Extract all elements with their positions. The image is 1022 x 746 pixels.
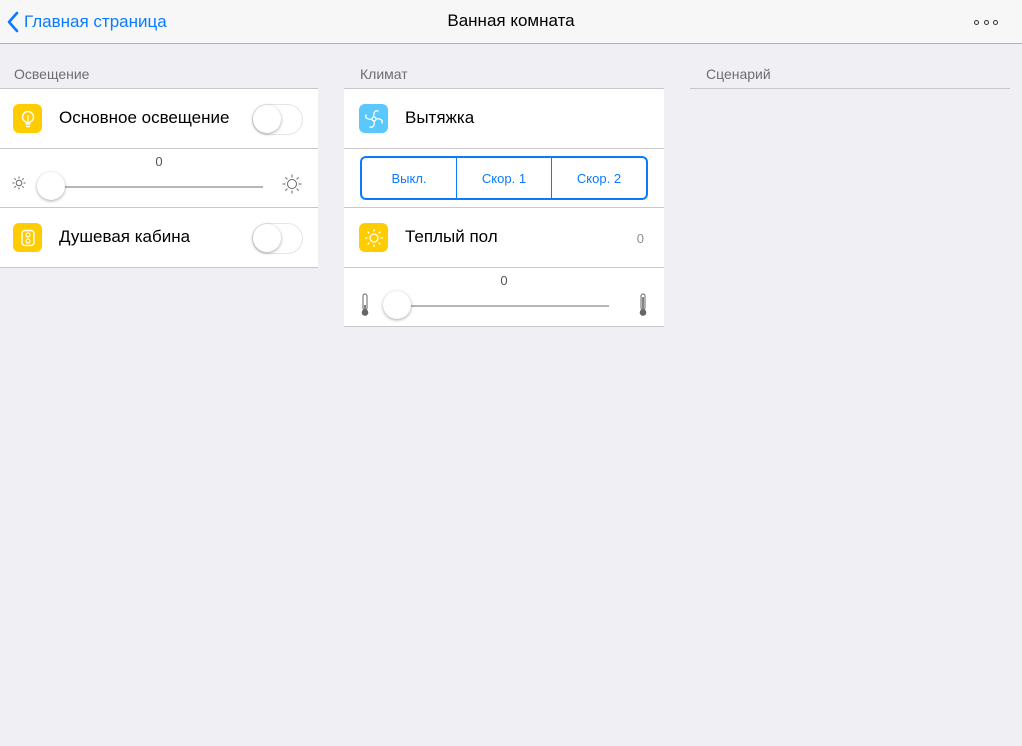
speed-row: Выкл. Скор. 1 Скор. 2 xyxy=(344,149,664,208)
speed-option-2[interactable]: Скор. 2 xyxy=(551,158,646,198)
dimmer-slider-knob[interactable] xyxy=(37,172,65,200)
lighting-section-header: Освещение xyxy=(14,66,90,82)
climate-group: Вытяжка Выкл. Скор. 1 Скор. 2 Теплый пол… xyxy=(344,88,664,327)
warm-floor-value: 0 xyxy=(636,231,644,246)
scenario-section-header: Сценарий xyxy=(706,66,771,82)
main-light-toggle[interactable] xyxy=(252,104,303,135)
fan-icon xyxy=(359,104,388,133)
page-title: Ванная комната xyxy=(447,11,575,30)
navigation-bar: Главная страница Ванная комната xyxy=(0,0,1022,44)
scenario-divider xyxy=(690,88,1010,89)
exhaust-row: Вытяжка xyxy=(344,89,664,149)
switch-icon xyxy=(13,223,42,252)
speed-option-1[interactable]: Скор. 1 xyxy=(456,158,551,198)
speed-segmented-control: Выкл. Скор. 1 Скор. 2 xyxy=(360,156,648,200)
shower-row: Душевая кабина xyxy=(0,208,318,268)
main-light-label: Основное освещение xyxy=(59,108,230,127)
dimmer-value: 0 xyxy=(155,154,163,169)
sun-icon xyxy=(359,223,388,252)
sun-large-icon xyxy=(282,174,302,194)
climate-section: Климат Вытяжка Выкл. Скор. 1 Скор. 2 Теп… xyxy=(344,44,664,327)
floor-temp-row: 0 xyxy=(344,268,664,327)
thermometer-low-icon xyxy=(361,293,369,316)
climate-section-header: Климат xyxy=(360,66,408,82)
shower-label: Душевая кабина xyxy=(59,227,191,246)
lighting-section: Освещение Основное освещение 0 Душевая к… xyxy=(0,44,318,268)
thermometer-high-icon xyxy=(639,293,647,316)
lighting-group: Основное освещение 0 Душевая кабина xyxy=(0,88,318,268)
speed-option-off[interactable]: Выкл. xyxy=(362,158,456,198)
exhaust-label: Вытяжка xyxy=(405,108,475,127)
dimmer-row: 0 xyxy=(0,149,318,208)
lightbulb-icon xyxy=(13,104,42,133)
more-icon[interactable] xyxy=(974,14,998,30)
warm-floor-row: Теплый пол 0 xyxy=(344,208,664,268)
floor-temp-slider-knob[interactable] xyxy=(383,291,411,319)
sun-small-icon xyxy=(12,176,26,190)
dimmer-slider-track[interactable] xyxy=(50,186,263,188)
floor-temp-slider-track[interactable] xyxy=(396,305,609,307)
shower-toggle[interactable] xyxy=(252,223,303,254)
scenario-section: Сценарий xyxy=(690,44,1010,89)
floor-temp-value: 0 xyxy=(500,273,508,288)
warm-floor-label: Теплый пол xyxy=(405,227,498,246)
main-light-row: Основное освещение xyxy=(0,89,318,149)
